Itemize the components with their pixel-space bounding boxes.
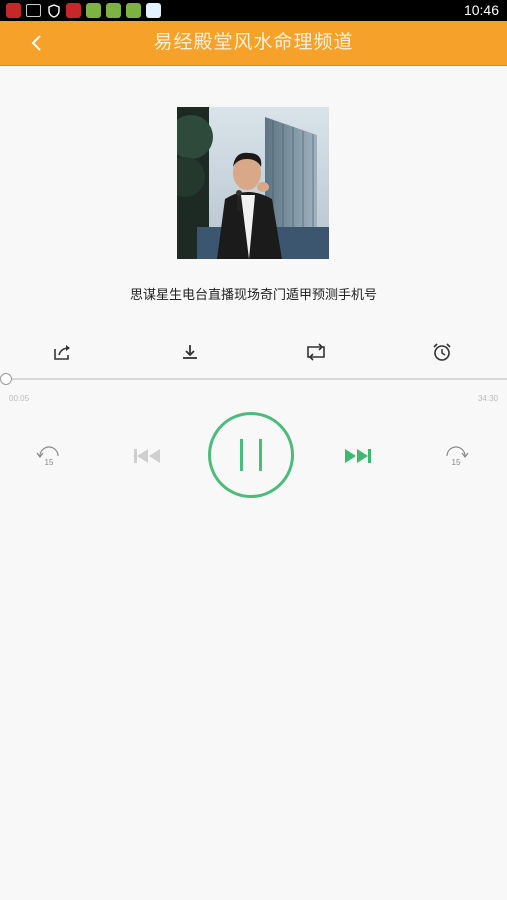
forward-15-button[interactable]: 15 [441,444,471,470]
download-icon [183,345,197,359]
rewind-15-icon: 15 [36,446,59,467]
track-title: 思谋星生电台直播现场奇门遁甲预测手机号 [129,288,377,303]
progress-bar[interactable] [6,378,507,380]
download-button[interactable] [178,340,202,364]
sleep-timer-button[interactable] [430,340,454,364]
previous-button[interactable] [131,446,163,466]
app-header: 易经殿堂风水命理频道 [0,21,507,66]
status-bar: 10:46 [0,0,507,21]
pause-icon [240,439,262,471]
total-time: 34:30 [477,394,498,403]
page-title: 易经殿堂风水命理频道 [153,31,354,53]
cast-icon [26,4,41,17]
repeat-icon [307,343,325,361]
app-green-icon [106,3,121,18]
album-cover [177,107,329,259]
repeat-button[interactable] [304,340,328,364]
clock: 10:46 [463,2,499,18]
next-button[interactable] [342,446,374,466]
app-green-icon [126,3,141,18]
app-red-icon [66,3,81,18]
app-blue-icon [146,3,161,18]
rewind-seconds-label: 15 [45,458,54,467]
action-row [0,340,507,366]
shield-icon [46,3,61,18]
skip-previous-icon [134,449,160,463]
skip-next-icon [345,449,371,463]
elapsed-time: 00:05 [9,394,30,403]
forward-seconds-label: 15 [452,458,461,467]
app-green-icon [86,3,101,18]
forward-15-icon: 15 [446,446,469,467]
rewind-15-button[interactable]: 15 [34,444,64,470]
share-icon [54,345,70,360]
alarm-clock-icon [433,343,451,361]
app-red-icon [6,3,21,18]
progress-thumb[interactable] [0,373,12,385]
notification-icons [6,3,161,18]
share-button[interactable] [51,340,75,364]
pause-button[interactable] [208,412,294,498]
